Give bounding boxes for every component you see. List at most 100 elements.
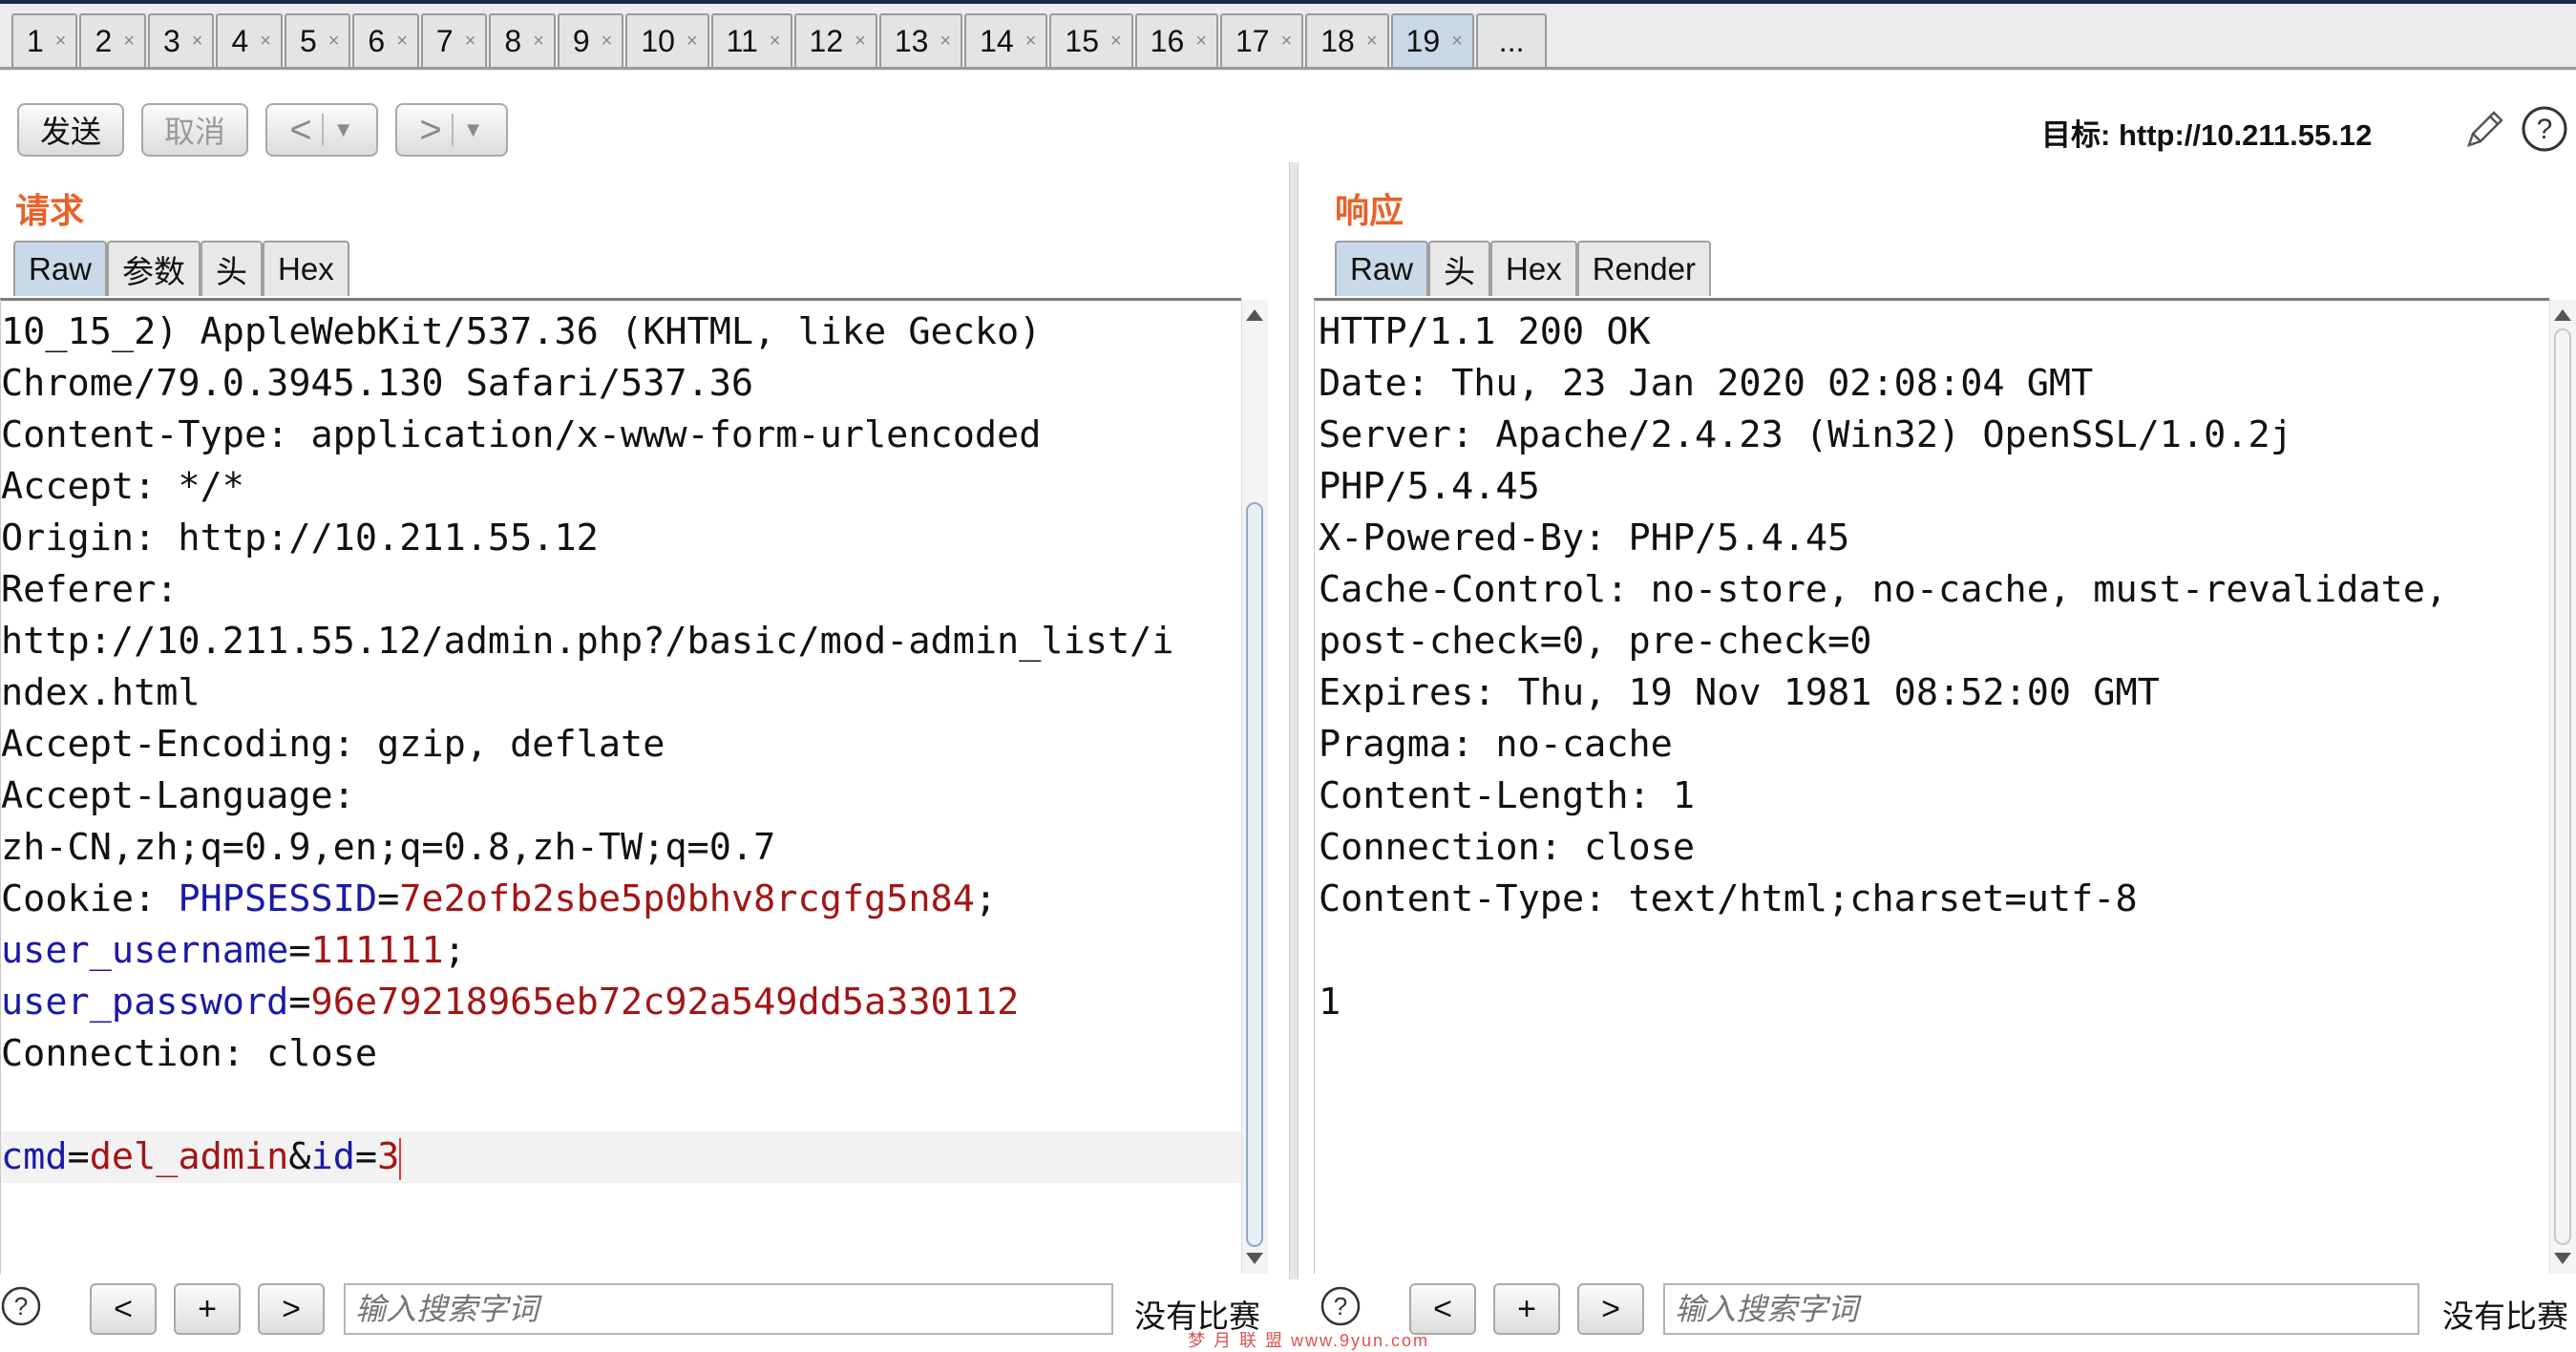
- response-tab-1[interactable]: 头: [1428, 241, 1491, 296]
- close-icon[interactable]: ×: [192, 31, 203, 53]
- search-add-button[interactable]: +: [1493, 1283, 1560, 1335]
- help-icon[interactable]: ?: [1320, 1285, 1362, 1327]
- search-add-button[interactable]: +: [174, 1283, 241, 1335]
- response-tab-2[interactable]: Hex: [1490, 241, 1577, 296]
- tab-18[interactable]: 18 ×: [1305, 13, 1389, 67]
- close-icon[interactable]: ×: [533, 31, 544, 53]
- scroll-down-icon[interactable]: [1246, 1253, 1263, 1264]
- request-line: ndex.html: [1, 667, 1241, 719]
- tab-16[interactable]: 16 ×: [1134, 13, 1218, 67]
- separator: [451, 114, 454, 146]
- request-line: user_password=96e79218965eb72c92a549dd5a…: [1, 977, 1241, 1028]
- watermark: 梦 月 联 盟 www.9yun.com: [1188, 1331, 1430, 1350]
- tab-9[interactable]: 9 ×: [557, 13, 624, 67]
- forward-button[interactable]: > ▼: [395, 103, 508, 157]
- tab-13[interactable]: 13 ×: [878, 13, 963, 67]
- request-tab-0[interactable]: Raw: [13, 241, 108, 296]
- code-text: ;: [974, 877, 998, 920]
- response-line: 1: [1319, 981, 1341, 1024]
- close-icon[interactable]: ×: [686, 31, 698, 53]
- tab-12[interactable]: 12 ×: [793, 13, 877, 67]
- scroll-thumb[interactable]: [2554, 328, 2571, 1245]
- request-line: 10_15_2) AppleWebKit/537.36 (KHTML, like…: [1, 306, 1241, 358]
- response-tab-3[interactable]: Render: [1576, 241, 1711, 296]
- help-icon[interactable]: ?: [2521, 105, 2568, 153]
- response-tab-0[interactable]: Raw: [1335, 241, 1429, 296]
- tab-8[interactable]: 8 ×: [489, 13, 556, 67]
- close-icon[interactable]: ×: [55, 31, 67, 53]
- request-tab-2[interactable]: 头: [201, 241, 264, 296]
- close-icon[interactable]: ×: [1110, 31, 1122, 53]
- tab-19[interactable]: 19 ×: [1390, 13, 1474, 67]
- request-line: Chrome/79.0.3945.130 Safari/537.36: [1, 358, 1241, 410]
- request-line: zh-CN,zh;q=0.9,en;q=0.8,zh-TW;q=0.7: [1, 822, 1241, 874]
- close-icon[interactable]: ×: [1195, 31, 1207, 53]
- tab-3[interactable]: 3 ×: [147, 13, 215, 67]
- send-button[interactable]: 发送: [17, 103, 124, 157]
- close-icon[interactable]: ×: [1025, 31, 1037, 53]
- tab-2[interactable]: 2 ×: [79, 13, 146, 67]
- scroll-down-icon[interactable]: [2554, 1253, 2571, 1264]
- request-tab-1[interactable]: 参数: [107, 241, 201, 296]
- close-icon[interactable]: ×: [123, 31, 135, 53]
- tab-1[interactable]: 1 ×: [11, 13, 78, 67]
- tab-11[interactable]: 11 ×: [710, 13, 792, 67]
- scroll-thumb[interactable]: [1246, 502, 1263, 1247]
- response-editor[interactable]: HTTP/1.1 200 OK Date: Thu, 23 Jan 2020 02…: [1314, 298, 2549, 1274]
- response-title: 响应: [1335, 191, 1404, 230]
- param-key: user_password: [1, 981, 289, 1024]
- tab-17[interactable]: 17 ×: [1219, 13, 1304, 67]
- close-icon[interactable]: ×: [1281, 31, 1293, 53]
- close-icon[interactable]: ×: [602, 31, 613, 53]
- response-scrollbar[interactable]: [2549, 300, 2576, 1274]
- tab-10[interactable]: 10 ×: [625, 13, 709, 67]
- tab-6[interactable]: 6 ×: [352, 13, 419, 67]
- chevron-down-icon[interactable]: ▼: [333, 117, 354, 142]
- close-icon[interactable]: ×: [465, 31, 476, 53]
- code-text: 10_15_2) AppleWebKit/537.36 (KHTML, like…: [1, 310, 1042, 353]
- search-next-button[interactable]: >: [258, 1283, 325, 1335]
- help-icon[interactable]: ?: [0, 1285, 42, 1327]
- cancel-button[interactable]: 取消: [141, 103, 248, 157]
- tab-5[interactable]: 5 ×: [284, 13, 351, 67]
- response-line: X-Powered-By: PHP/5.4.45: [1319, 517, 1850, 560]
- request-scrollbar[interactable]: [1241, 300, 1268, 1274]
- request-editor[interactable]: 10_15_2) AppleWebKit/537.36 (KHTML, like…: [0, 298, 1241, 1274]
- close-icon[interactable]: ×: [396, 31, 408, 53]
- close-icon[interactable]: ×: [1366, 31, 1378, 53]
- close-icon[interactable]: ×: [328, 31, 340, 53]
- search-input[interactable]: [344, 1283, 1113, 1335]
- scroll-up-icon[interactable]: [2554, 309, 2571, 321]
- code-text: http://10.211.55.12/admin.php?/basic/mod…: [1, 620, 1174, 663]
- close-icon[interactable]: ×: [1451, 31, 1463, 53]
- response-body[interactable]: HTTP/1.1 200 OK Date: Thu, 23 Jan 2020 02…: [1319, 306, 2447, 1028]
- split-pane-divider[interactable]: [1289, 162, 1299, 1279]
- search-input[interactable]: [1663, 1283, 2419, 1335]
- close-icon[interactable]: ×: [855, 31, 866, 53]
- back-button[interactable]: < ▼: [265, 103, 378, 157]
- param-key: PHPSESSID: [178, 877, 378, 920]
- tab-label: 14: [980, 23, 1014, 58]
- chevron-down-icon[interactable]: ▼: [463, 117, 484, 142]
- tab-label: 11: [726, 23, 758, 58]
- code-text: &: [288, 1135, 311, 1178]
- close-icon[interactable]: ×: [770, 31, 781, 53]
- target-prefix: 目标:: [2041, 118, 2111, 152]
- search-next-button[interactable]: >: [1577, 1283, 1644, 1335]
- code-text: zh-CN,zh;q=0.9,en;q=0.8,zh-TW;q=0.7: [1, 826, 776, 869]
- search-prev-button[interactable]: <: [90, 1283, 157, 1335]
- tab-label: 6: [368, 23, 386, 58]
- close-icon[interactable]: ×: [940, 31, 951, 53]
- tab-15[interactable]: 15 ×: [1049, 13, 1133, 67]
- tab-7[interactable]: 7 ×: [420, 13, 488, 67]
- tab-4[interactable]: 4 ×: [216, 13, 283, 67]
- request-tabs: Raw 参数头 Hex: [13, 241, 349, 296]
- scroll-up-icon[interactable]: [1246, 309, 1263, 321]
- close-icon[interactable]: ×: [260, 31, 271, 53]
- tab-14[interactable]: 14 ×: [964, 13, 1048, 67]
- tab-more[interactable]: ...: [1475, 13, 1548, 67]
- code-text: Cookie:: [1, 877, 179, 920]
- request-tab-3[interactable]: Hex: [263, 241, 349, 296]
- pencil-icon[interactable]: [2461, 107, 2507, 153]
- request-body[interactable]: 10_15_2) AppleWebKit/537.36 (KHTML, like…: [1, 306, 1241, 1183]
